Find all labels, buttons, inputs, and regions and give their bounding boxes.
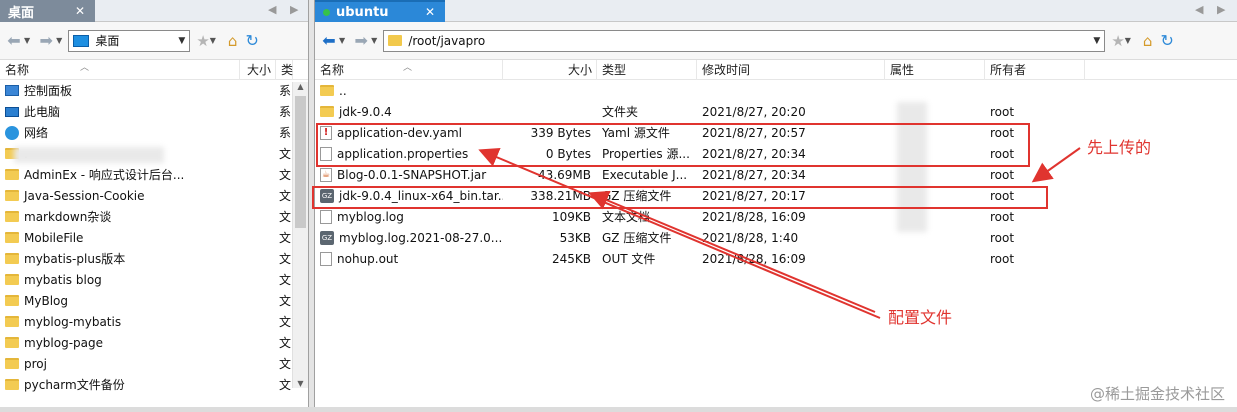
annotation-config-files: 配置文件 [888,308,953,327]
arrow-to-uploaded [1031,147,1081,183]
arrow-to-config-files [478,147,881,319]
annotation-uploaded-first: 先上传的 [1087,138,1152,157]
status-strip [0,407,1237,412]
watermark: @稀土掘金技术社区 [1089,385,1225,403]
arrow-to-jar [588,190,876,313]
annotation-arrows [478,147,1081,319]
